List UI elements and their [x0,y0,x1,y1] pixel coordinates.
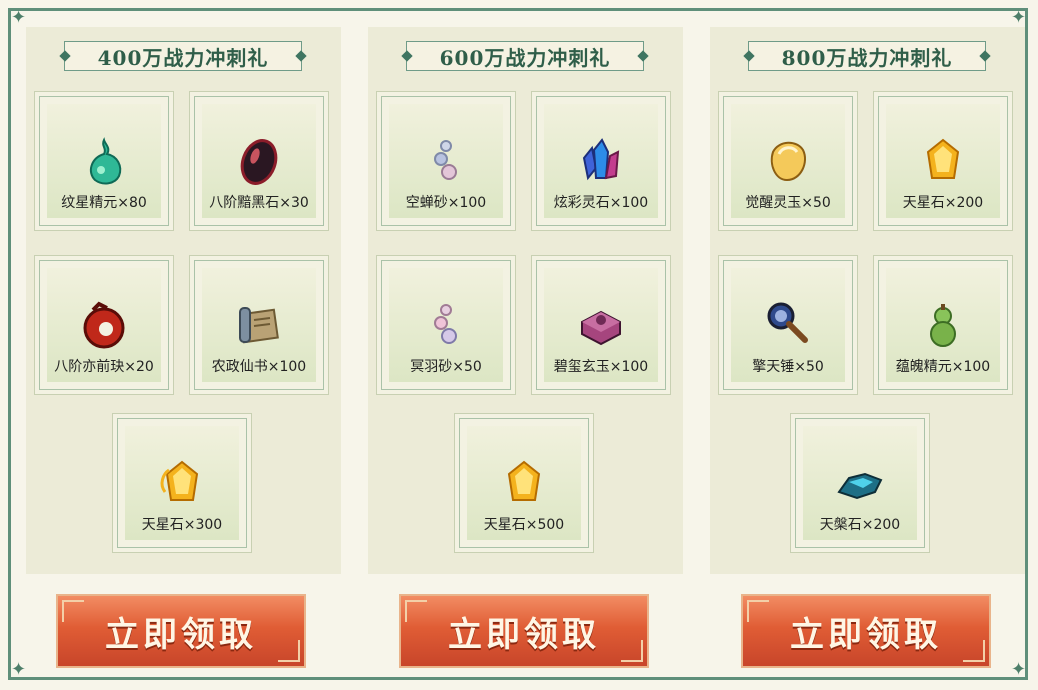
panel-title-text: 800万战力冲刺礼 [781,45,953,70]
red-jade-ring-icon [83,301,125,349]
claim-button-400w[interactable]: 立即领取 [56,594,306,668]
claim-button-label: 立即领取 [790,614,942,655]
reward-panel-600w: 600万战力冲刺礼 空蝉砂×100 炫彩灵石×100 冥羽砂×50 碧玺玄玉×1… [368,27,683,574]
purple-jade-box-icon [581,310,621,346]
reward-item[interactable]: 觉醒灵玉×50 [718,91,858,231]
gold-star-stone-icon [160,460,199,501]
scroll-book-icon [239,307,279,344]
panel-title-text: 400万战力冲刺礼 [97,45,269,70]
reward-name: 八阶黯黑石×30 [209,195,309,211]
diamond-icon [401,50,413,62]
diamond-icon [743,50,755,62]
reward-name: 觉醒灵玉×50 [745,195,831,211]
gold-star-stone-icon [926,138,960,179]
amber-jade-icon [770,141,806,182]
reward-name: 擎天锤×50 [752,359,824,375]
reward-item[interactable]: 纹星精元×80 [34,91,174,231]
reward-item[interactable]: 八阶亦前玦×20 [34,255,174,395]
reward-name: 空蝉砂×100 [405,195,487,211]
panel-title-text: 600万战力冲刺礼 [439,45,611,70]
reward-name: 天星石×200 [902,195,984,211]
panel-title: 400万战力冲刺礼 [59,41,307,71]
reward-item[interactable]: 农政仙书×100 [189,255,329,395]
reward-item[interactable]: 八阶黯黑石×30 [189,91,329,231]
corner-star-icon: ✦ [11,7,27,28]
reward-item[interactable]: 空蝉砂×100 [376,91,516,231]
reward-name: 蕴魄精元×100 [895,359,991,375]
reward-item[interactable]: 碧玺玄玉×100 [531,255,671,395]
reward-item[interactable]: 擎天锤×50 [718,255,858,395]
hammer-icon [767,302,808,343]
cyan-ore-icon [837,472,883,500]
corner-star-icon: ✦ [1011,659,1027,680]
diamond-icon [295,50,307,62]
reward-item[interactable]: 炫彩灵石×100 [531,91,671,231]
reward-name: 农政仙书×100 [211,359,307,375]
reward-name: 天槃石×200 [819,517,901,533]
panel-title: 800万战力冲刺礼 [743,41,991,71]
diamond-icon [59,50,71,62]
reward-item[interactable]: 冥羽砂×50 [376,255,516,395]
reward-item[interactable]: 天星石×500 [454,413,594,553]
claim-button-label: 立即领取 [448,614,600,655]
reward-name: 天星石×300 [141,517,223,533]
reward-name: 八阶亦前玦×20 [54,359,154,375]
reward-name: 碧玺玄玉×100 [553,359,649,375]
crystal-sand-icon [434,140,457,180]
reward-panel-400w: 400万战力冲刺礼 纹星精元×80 八阶黯黑石×30 八阶亦前玦×20 农政仙书… [26,27,341,574]
reward-name: 纹星精元×80 [61,195,147,211]
reward-item[interactable]: 天星石×200 [873,91,1013,231]
claim-button-800w[interactable]: 立即领取 [741,594,991,668]
pink-sand-icon [434,304,457,344]
blue-crystal-icon [582,138,620,181]
corner-star-icon: ✦ [1011,7,1027,28]
diamond-icon [979,50,991,62]
reward-name: 冥羽砂×50 [410,359,482,375]
reward-name: 天星石×500 [483,517,565,533]
claim-button-label: 立即领取 [105,614,257,655]
reward-name: 炫彩灵石×100 [553,195,649,211]
reward-item[interactable]: 天星石×300 [112,413,252,553]
diamond-icon [637,50,649,62]
reward-item[interactable]: 天槃石×200 [790,413,930,553]
reward-item[interactable]: 蕴魄精元×100 [873,255,1013,395]
panel-title: 600万战力冲刺礼 [401,41,649,71]
reward-panel-800w: 800万战力冲刺礼 觉醒灵玉×50 天星石×200 擎天锤×50 蕴魄精元×10… [710,27,1025,574]
corner-star-icon: ✦ [11,659,27,680]
green-flask-icon [89,137,122,185]
green-gourd-icon [930,304,956,347]
dark-stone-icon [240,139,278,185]
claim-button-600w[interactable]: 立即领取 [399,594,649,668]
gold-star-stone-icon [507,460,541,501]
